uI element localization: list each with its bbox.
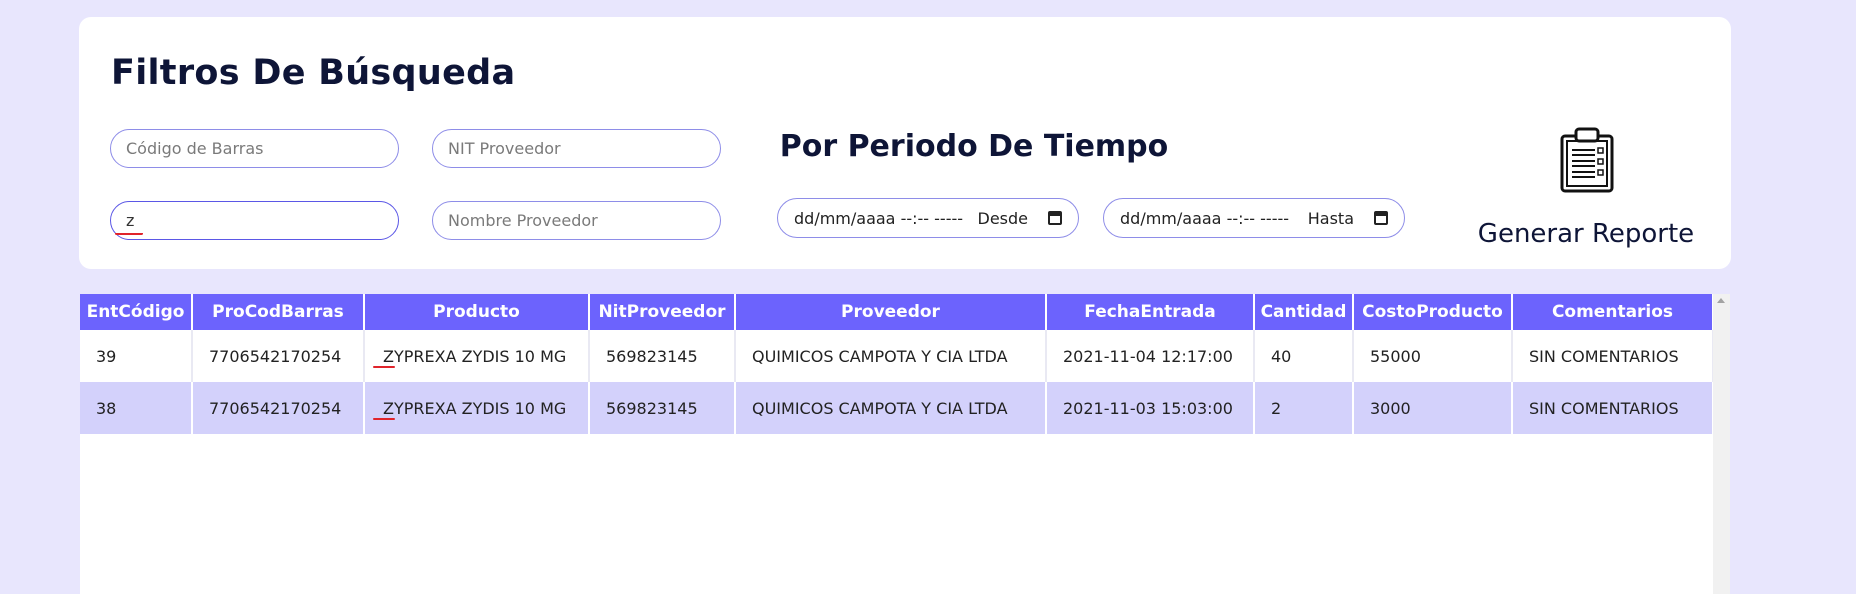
barcode-input[interactable]	[110, 129, 399, 168]
date-to-input[interactable]: dd/mm/aaaa --:-- ----- Hasta	[1103, 198, 1405, 238]
spellcheck-underline	[373, 418, 395, 420]
supplier-name-input[interactable]	[432, 201, 721, 240]
date-to-label: Hasta	[1307, 208, 1354, 228]
filter-panel: Filtros De Búsqueda Por Periodo De Tiemp…	[79, 17, 1731, 269]
cell-producto-text: ZYPREXA ZYDIS 10 MG	[383, 398, 567, 418]
vertical-scrollbar[interactable]	[1713, 294, 1730, 594]
table-row[interactable]: 38 7706542170254 ZYPREXA ZYDIS 10 MG 569…	[80, 382, 1714, 434]
date-from-input[interactable]: dd/mm/aaaa --:-- ----- Desde	[777, 198, 1079, 238]
product-search-input[interactable]	[110, 201, 399, 240]
cell-costoproducto: 3000	[1353, 382, 1513, 434]
cell-costoproducto: 55000	[1353, 330, 1513, 382]
cell-nitproveedor: 569823145	[589, 330, 736, 382]
col-header-entcodigo[interactable]: EntCódigo	[80, 294, 193, 330]
col-header-nitproveedor[interactable]: NitProveedor	[589, 294, 736, 330]
cell-fechaentrada: 2021-11-03 15:03:00	[1046, 382, 1255, 434]
supplier-nit-input[interactable]	[432, 129, 721, 168]
cell-comentarios: SIN COMENTARIOS	[1512, 330, 1714, 382]
table-row[interactable]: 39 7706542170254 ZYPREXA ZYDIS 10 MG 569…	[80, 330, 1714, 382]
cell-entcodigo: 38	[80, 382, 193, 434]
filters-title: Filtros De Búsqueda	[111, 53, 516, 93]
results-table: EntCódigo ProCodBarras Producto NitProve…	[80, 294, 1714, 434]
cell-procodbarras: 7706542170254	[192, 382, 365, 434]
cell-cantidad: 40	[1254, 330, 1354, 382]
table-header-row: EntCódigo ProCodBarras Producto NitProve…	[80, 294, 1714, 330]
col-header-fechaentrada[interactable]: FechaEntrada	[1046, 294, 1255, 330]
date-to-mask: dd/mm/aaaa --:-- -----	[1120, 208, 1290, 228]
period-title: Por Periodo De Tiempo	[779, 129, 1169, 164]
col-header-costoproducto[interactable]: CostoProducto	[1353, 294, 1513, 330]
scroll-up-arrow-icon[interactable]	[1717, 298, 1725, 303]
cell-nitproveedor: 569823145	[589, 382, 736, 434]
spellcheck-underline	[115, 232, 143, 235]
col-header-procodbarras[interactable]: ProCodBarras	[192, 294, 365, 330]
cell-proveedor: QUIMICOS CAMPOTA Y CIA LTDA	[735, 330, 1047, 382]
date-from-label: Desde	[977, 208, 1029, 228]
col-header-cantidad[interactable]: Cantidad	[1254, 294, 1354, 330]
cell-cantidad: 2	[1254, 382, 1354, 434]
generate-report-button[interactable]: Generar Reporte	[1471, 127, 1701, 249]
generate-report-label: Generar Reporte	[1477, 219, 1695, 249]
calendar-icon[interactable]	[1048, 211, 1062, 225]
cell-proveedor: QUIMICOS CAMPOTA Y CIA LTDA	[735, 382, 1047, 434]
col-header-comentarios[interactable]: Comentarios	[1512, 294, 1714, 330]
cell-comentarios: SIN COMENTARIOS	[1512, 382, 1714, 434]
cell-fechaentrada: 2021-11-04 12:17:00	[1046, 330, 1255, 382]
spellcheck-underline	[373, 366, 395, 368]
col-header-producto[interactable]: Producto	[364, 294, 590, 330]
cell-producto: ZYPREXA ZYDIS 10 MG	[364, 382, 590, 434]
cell-producto: ZYPREXA ZYDIS 10 MG	[364, 330, 590, 382]
cell-entcodigo: 39	[80, 330, 193, 382]
calendar-icon[interactable]	[1374, 211, 1388, 225]
cell-producto-text: ZYPREXA ZYDIS 10 MG	[383, 346, 567, 366]
col-header-proveedor[interactable]: Proveedor	[735, 294, 1047, 330]
cell-procodbarras: 7706542170254	[192, 330, 365, 382]
results-table-container: EntCódigo ProCodBarras Producto NitProve…	[80, 294, 1730, 594]
date-from-mask: dd/mm/aaaa --:-- -----	[794, 208, 964, 228]
clipboard-checklist-icon	[1560, 127, 1614, 193]
